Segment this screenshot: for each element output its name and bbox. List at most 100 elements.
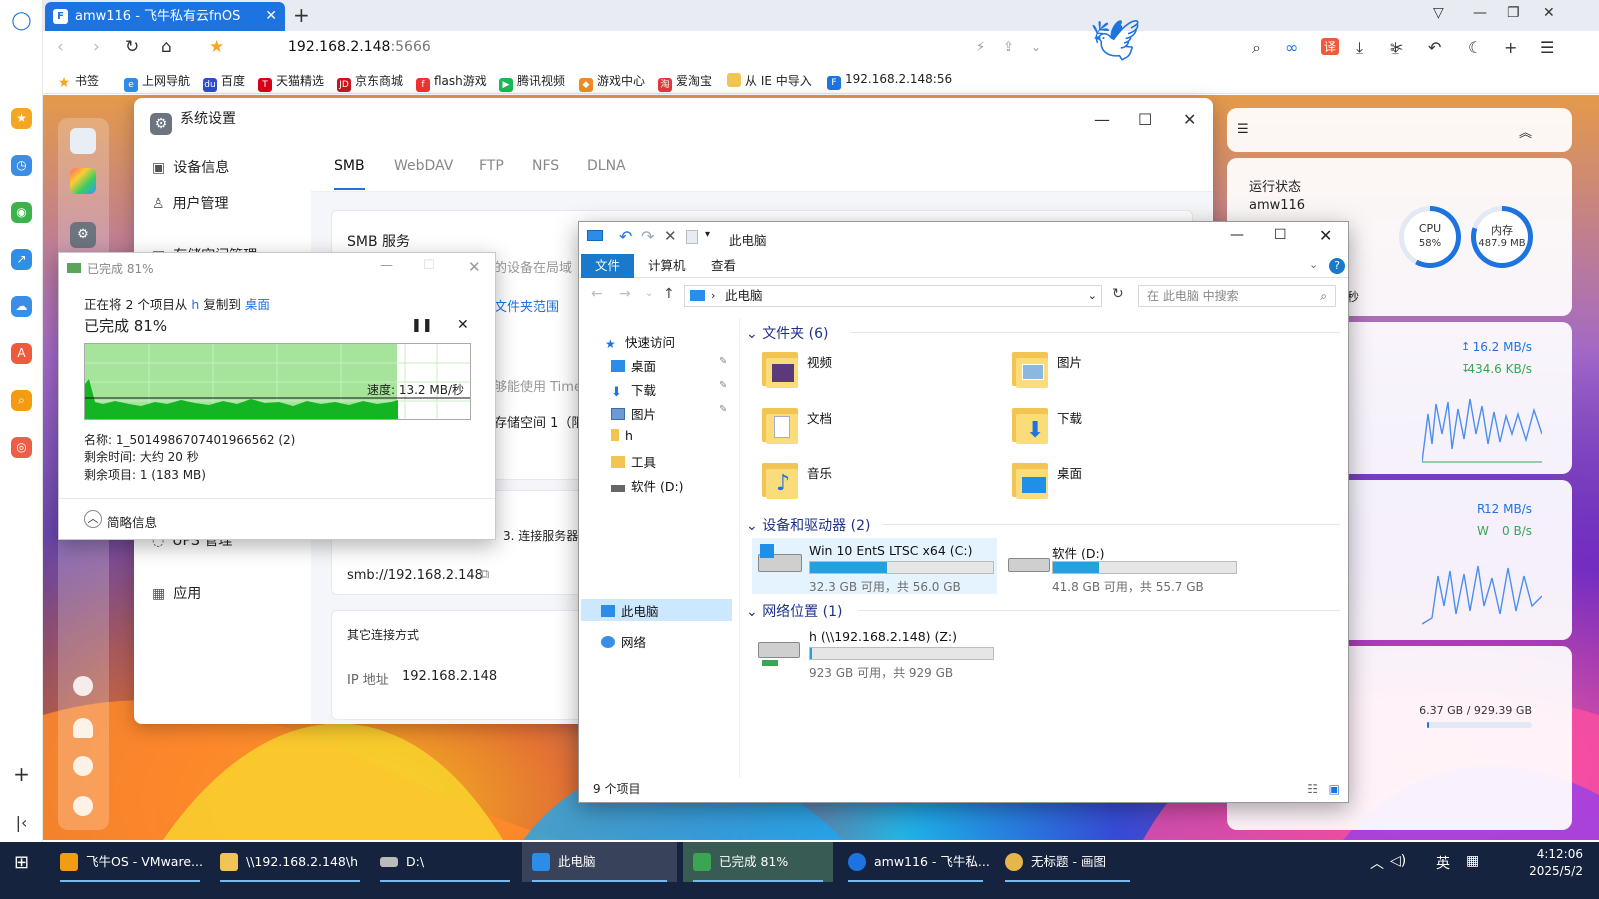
filter-icon[interactable]: ☰ — [1237, 122, 1249, 137]
bookmark-star[interactable]: ★ 书签 — [57, 72, 99, 90]
ime-indicator[interactable]: 英 — [1436, 853, 1450, 873]
nav-up-icon[interactable]: ↑ — [663, 286, 675, 302]
reload-icon[interactable]: ↻ — [125, 37, 139, 57]
settings-dock-icon[interactable]: ⚙ — [70, 222, 96, 248]
cloud-icon[interactable]: ☁ — [11, 296, 32, 317]
menu-apps[interactable]: ▦ 应用 — [152, 583, 201, 603]
tray-clock[interactable]: 4:12:06 2025/5/2 — [1529, 846, 1583, 880]
properties-qa-icon[interactable] — [686, 230, 698, 244]
nav-quick-access[interactable]: ★ 快速访问 — [605, 332, 675, 351]
restore-button[interactable]: ❐ — [1507, 5, 1520, 21]
copy-minimize-button[interactable]: — — [380, 258, 393, 273]
nav-recent-icon[interactable]: ⌄ — [645, 288, 653, 299]
dropdown-icon[interactable]: ⌄ — [1031, 40, 1041, 54]
cancel-copy-button[interactable]: ✕ — [457, 317, 469, 333]
ribbon-tab-view[interactable]: 查看 — [697, 254, 750, 278]
nav-forward-icon[interactable]: → — [619, 286, 631, 302]
translate-icon[interactable]: 译 — [1321, 38, 1339, 55]
undo-qa-icon[interactable]: ↶ — [619, 227, 632, 246]
share-icon[interactable]: ↗ — [11, 249, 32, 270]
app-center-icon[interactable] — [70, 168, 96, 194]
task-browser[interactable]: amw116 - 飞牛私... — [838, 842, 993, 882]
task-d-drive[interactable]: D:\ — [370, 842, 520, 882]
details-view-icon[interactable]: ☷ — [1307, 776, 1318, 802]
bookmark-tencent-video[interactable]: ▶ 腾讯视频 — [499, 72, 565, 92]
nav-back-icon[interactable]: ← — [591, 286, 603, 302]
nav-pictures[interactable]: 图片 — [611, 404, 656, 423]
user-icon[interactable] — [73, 756, 93, 776]
drive-c[interactable]: Win 10 EntS LTSC x64 (C:) 32.3 GB 可用，共 5… — [754, 540, 996, 594]
tab-ftp[interactable]: FTP — [479, 158, 504, 174]
plus-icon[interactable]: + — [1504, 38, 1517, 57]
scope-link[interactable]: 文件夹范围 — [494, 296, 559, 315]
start-button[interactable]: ⊞ — [14, 852, 29, 873]
network-drive-z[interactable]: h (\\192.168.2.148) (Z:) 923 GB 可用，共 929… — [754, 626, 996, 680]
search-icon[interactable]: ⌕ — [1252, 38, 1261, 58]
copy-close-button[interactable]: ✕ — [468, 258, 481, 276]
sys-close-button[interactable]: ✕ — [1183, 110, 1196, 129]
refresh-icon[interactable]: ↻ — [1112, 286, 1124, 302]
share-url-icon[interactable]: ⇪ — [1003, 40, 1014, 55]
add-icon[interactable]: + — [11, 764, 32, 785]
tab-webdav[interactable]: WebDAV — [394, 158, 453, 174]
nav-desktop[interactable]: 桌面 — [611, 356, 656, 375]
new-tab-button[interactable]: + — [293, 3, 310, 27]
address-path[interactable]: › 此电脑 ⌄ — [684, 285, 1102, 307]
explorer-close-button[interactable]: ✕ — [1319, 226, 1332, 245]
browser-logo-icon[interactable]: ◯ — [11, 10, 32, 31]
less-info-button[interactable]: 简略信息 — [107, 512, 157, 531]
source-link[interactable]: h — [191, 297, 199, 312]
tab-nfs[interactable]: NFS — [532, 158, 559, 174]
nav-soft-d[interactable]: 软件 (D:) — [611, 476, 684, 495]
bookmark-nas[interactable]: F 192.168.2.148:56 — [827, 72, 952, 90]
bookmark-nav[interactable]: e 上网导航 — [124, 72, 190, 92]
sys-minimize-button[interactable]: — — [1094, 110, 1110, 129]
folders-header[interactable]: ⌄ 文件夹 (6) — [746, 323, 828, 343]
task-network-share[interactable]: \\192.168.2.148\h — [210, 842, 370, 882]
tray-expand-icon[interactable]: ︿ — [1370, 853, 1384, 873]
desktop-app-icon[interactable] — [70, 128, 96, 154]
bell-icon[interactable] — [73, 718, 93, 738]
task-paint[interactable]: 无标题 - 画图 — [995, 842, 1140, 882]
pause-button[interactable]: ❚❚ — [411, 318, 433, 333]
network-locations-header[interactable]: ⌄ 网络位置 (1) — [746, 601, 842, 621]
home-icon[interactable]: ⌂ — [161, 37, 172, 57]
forward-icon[interactable]: › — [93, 37, 100, 57]
cut-icon[interactable]: ✂ — [1390, 38, 1403, 57]
close-button[interactable]: ✕ — [1543, 5, 1555, 21]
explorer-maximize-button[interactable]: ☐ — [1274, 227, 1287, 243]
folder-music[interactable]: ♪ 音乐 — [762, 459, 962, 505]
ribbon-tab-computer[interactable]: 计算机 — [634, 254, 700, 278]
minimize-button[interactable]: — — [1473, 5, 1487, 21]
ribbon-tab-file[interactable]: 文件 — [581, 254, 635, 278]
keyboard-icon[interactable]: ▦ — [1466, 853, 1479, 869]
large-icons-view-icon[interactable]: ▣ — [1329, 776, 1340, 802]
help-icon[interactable]: ? — [1329, 258, 1345, 274]
bookmark-flash[interactable]: f flash游戏 — [416, 72, 487, 92]
nav-tools[interactable]: 工具 — [611, 452, 656, 471]
copy-icon[interactable]: ⧉ — [480, 567, 489, 582]
destination-link[interactable]: 桌面 — [245, 297, 270, 312]
task-vmware[interactable]: 飞牛OS - VMware... — [50, 842, 210, 882]
bird-logo-icon[interactable]: 🕊 — [1090, 17, 1141, 64]
menu-device-info[interactable]: ▣ 设备信息 — [152, 157, 229, 177]
explorer-search-input[interactable]: 在 此电脑 中搜索 ⌕ — [1138, 285, 1336, 307]
search-sidebar-icon[interactable]: ⌕ — [11, 390, 32, 411]
help-icon[interactable] — [73, 676, 93, 696]
nav-h[interactable]: h — [611, 428, 633, 443]
nav-network[interactable]: 网络 — [601, 632, 646, 651]
undo-icon[interactable]: ↶ — [1428, 38, 1441, 57]
pin-icon[interactable]: ✎ — [719, 380, 727, 391]
task-this-pc[interactable]: 此电脑 — [522, 842, 677, 882]
path-dropdown-icon[interactable]: ⌄ — [1088, 286, 1097, 306]
browser-tab-active[interactable]: F amw116 - 飞牛私有云fnOS ✕ — [45, 2, 285, 31]
favorites-icon[interactable]: ★ — [11, 108, 32, 129]
folder-downloads[interactable]: ⬇ 下载 — [1012, 404, 1212, 450]
tab-dlna[interactable]: DLNA — [587, 158, 626, 174]
bookmark-baidu[interactable]: du 百度 — [203, 72, 245, 92]
ribbon-expand-icon[interactable]: ⌄ — [1309, 258, 1318, 271]
download-icon[interactable]: ⤓ — [1356, 38, 1363, 58]
redo-qa-icon[interactable]: ↷ — [641, 227, 654, 246]
menu-user-management[interactable]: ♙ 用户管理 — [152, 193, 229, 213]
tab-close-icon[interactable]: ✕ — [265, 2, 277, 31]
